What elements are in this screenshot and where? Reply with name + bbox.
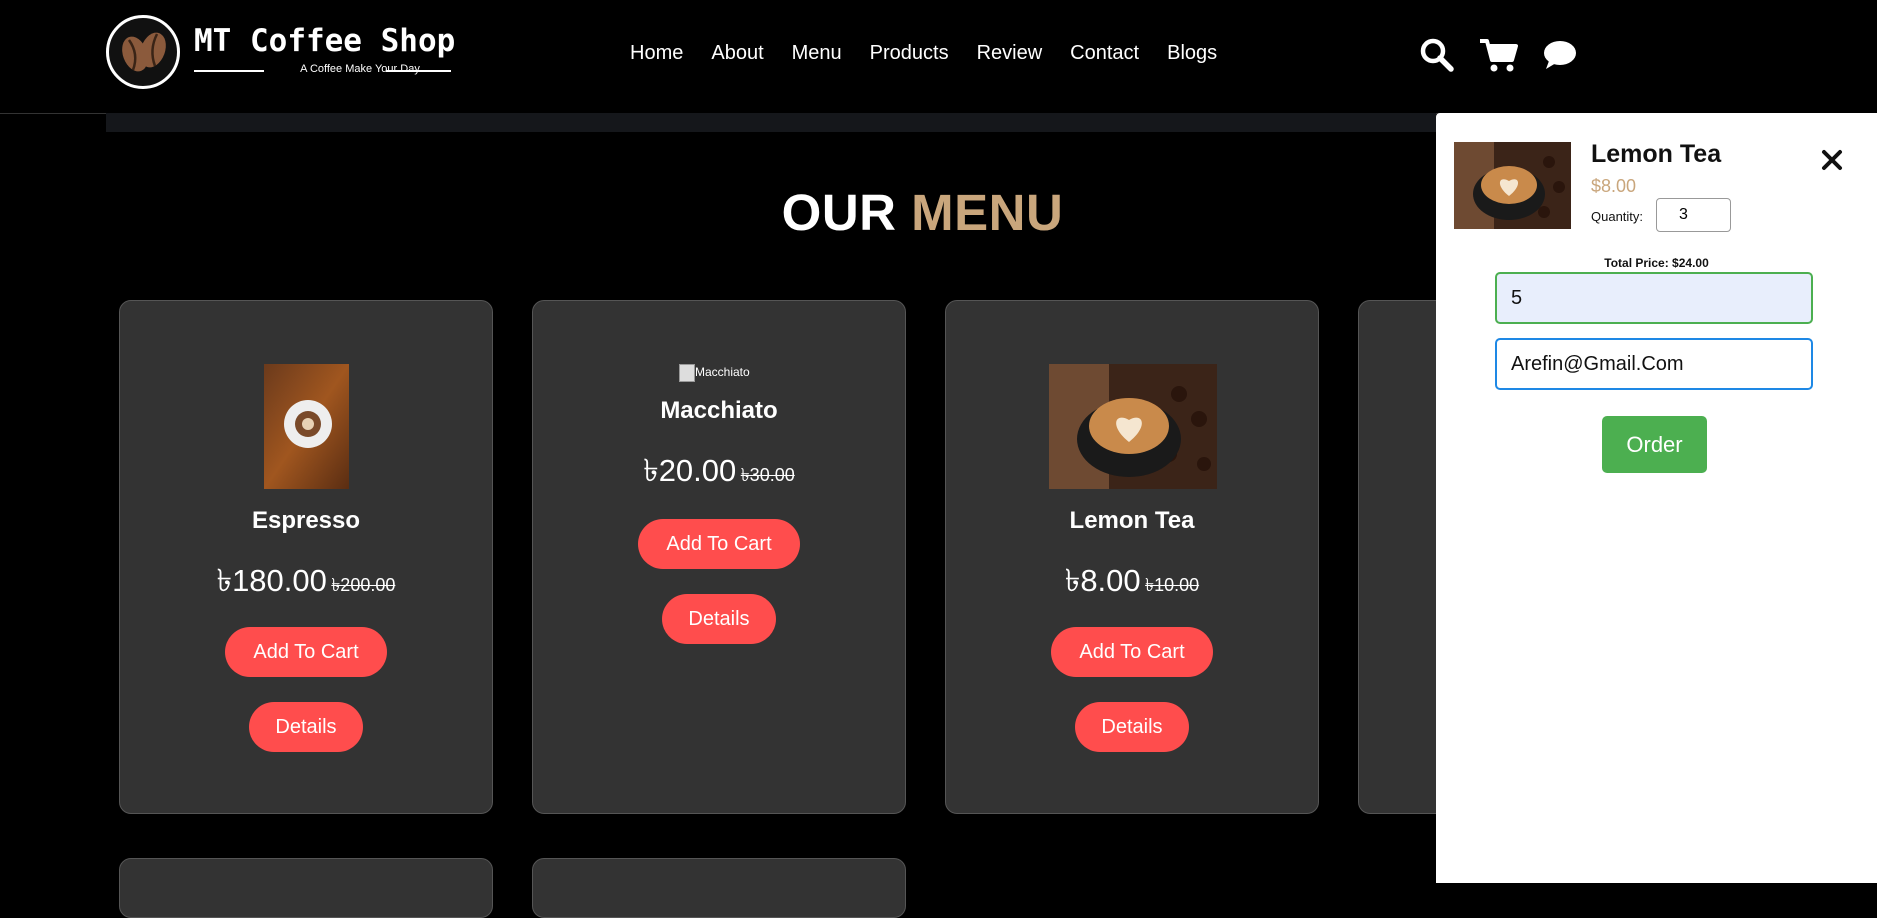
broken-image-icon bbox=[679, 364, 695, 382]
tagline-left-rule bbox=[194, 70, 264, 72]
details-button[interactable]: Details bbox=[662, 594, 776, 644]
menu-card-macchiato: Macchiato Macchiato ৳20.00 ৳30.00 Add To… bbox=[532, 300, 906, 814]
menu-card-espresso: Espresso ৳180.00 ৳200.00 Add To Cart Det… bbox=[119, 300, 493, 814]
card-old-price: ৳200.00 bbox=[331, 575, 396, 595]
card-old-price: ৳30.00 bbox=[740, 465, 795, 485]
cart-panel: Lemon Tea $8.00 Quantity: 3 Total Price:… bbox=[1436, 113, 1877, 883]
brand-logo[interactable]: MT Coffee Shop A Coffee Make Your Day bbox=[106, 15, 456, 93]
add-to-cart-button[interactable]: Add To Cart bbox=[1051, 627, 1213, 677]
menu-card-row2-1 bbox=[119, 858, 493, 918]
add-to-cart-button[interactable]: Add To Cart bbox=[225, 627, 387, 677]
phone-input[interactable]: 5 bbox=[1495, 272, 1813, 324]
nav-blogs[interactable]: Blogs bbox=[1167, 42, 1217, 65]
quantity-label: Quantity: bbox=[1591, 209, 1644, 224]
card-old-price: ৳10.00 bbox=[1145, 575, 1200, 595]
order-button[interactable]: Order bbox=[1602, 416, 1707, 473]
nav-about[interactable]: About bbox=[711, 42, 763, 65]
card-price-row: ৳180.00 ৳200.00 bbox=[120, 557, 492, 609]
nav-products[interactable]: Products bbox=[870, 42, 949, 65]
tagline-right-rule bbox=[386, 70, 451, 72]
cart-item-image bbox=[1454, 142, 1571, 229]
chat-icon[interactable] bbox=[1541, 36, 1579, 74]
nav-review[interactable]: Review bbox=[977, 42, 1043, 65]
macchiato-broken-image: Macchiato bbox=[679, 364, 759, 384]
cart-icon[interactable] bbox=[1478, 36, 1520, 74]
lemon-tea-image bbox=[1049, 364, 1217, 489]
card-price-row: ৳20.00 ৳30.00 bbox=[533, 447, 905, 499]
cart-item-price: $8.00 bbox=[1591, 176, 1637, 196]
card-price-row: ৳8.00 ৳10.00 bbox=[946, 557, 1318, 609]
quantity-input[interactable]: 3 bbox=[1656, 198, 1731, 232]
menu-card-lemon-tea: Lemon Tea ৳8.00 ৳10.00 Add To Cart Detai… bbox=[945, 300, 1319, 814]
menu-heading-menu: MENU bbox=[911, 184, 1064, 241]
total-price: Total Price: $24.00 bbox=[1604, 256, 1709, 270]
nav-contact[interactable]: Contact bbox=[1070, 42, 1139, 65]
site-header: MT Coffee Shop A Coffee Make Your Day Ho… bbox=[0, 0, 1877, 114]
menu-card-row2-2 bbox=[532, 858, 906, 918]
main-nav: Home About Menu Products Review Contact … bbox=[630, 42, 1217, 65]
coffee-bean-logo-icon bbox=[106, 15, 180, 89]
card-price: ৳20.00 bbox=[643, 453, 737, 488]
add-to-cart-button[interactable]: Add To Cart bbox=[638, 519, 800, 569]
search-icon[interactable] bbox=[1418, 36, 1456, 74]
card-title: Lemon Tea bbox=[1069, 507, 1195, 534]
menu-heading-our: OUR bbox=[781, 184, 897, 241]
nav-menu[interactable]: Menu bbox=[792, 42, 842, 65]
nav-home[interactable]: Home bbox=[630, 42, 683, 65]
details-button[interactable]: Details bbox=[1075, 702, 1189, 752]
espresso-image bbox=[264, 364, 349, 489]
card-price: ৳8.00 bbox=[1064, 563, 1141, 598]
image-alt-text: Macchiato bbox=[695, 365, 750, 380]
card-title: Espresso bbox=[251, 507, 361, 534]
card-price: ৳180.00 bbox=[216, 563, 327, 598]
header-underline-strip bbox=[106, 113, 1436, 132]
email-input[interactable]: Arefin@Gmail.Com bbox=[1495, 338, 1813, 390]
brand-tagline: A Coffee Make Your Day bbox=[300, 63, 420, 75]
brand-title: MT Coffee Shop bbox=[194, 23, 456, 59]
card-title: Macchiato bbox=[660, 397, 778, 424]
close-icon[interactable] bbox=[1819, 147, 1845, 173]
cart-item-name: Lemon Tea bbox=[1591, 140, 1722, 168]
details-button[interactable]: Details bbox=[249, 702, 363, 752]
